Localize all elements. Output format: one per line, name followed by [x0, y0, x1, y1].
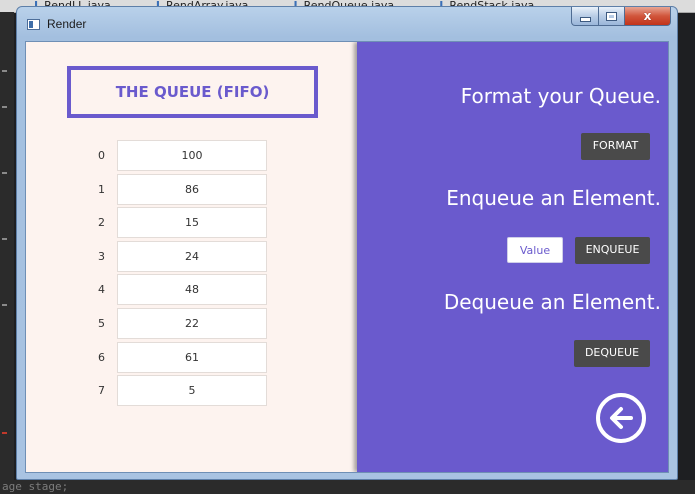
queue-index: 1 — [98, 182, 105, 196]
queue-value-cell: 86 — [117, 173, 267, 205]
queue-row: 2 15 — [84, 206, 284, 240]
queue-list: 0 100 1 86 2 15 3 24 4 48 5 22 6 61 7 5 — [84, 139, 284, 408]
queue-value-cell: 5 — [117, 375, 267, 407]
close-icon: x — [643, 9, 652, 23]
queue-value-cell: 15 — [117, 207, 267, 239]
queue-index: 2 — [98, 216, 105, 230]
queue-value-cell: 24 — [117, 240, 267, 272]
window-client-area: THE QUEUE (FIFO) 0 100 1 86 2 15 3 24 4 … — [25, 41, 669, 473]
queue-row: 0 100 — [84, 139, 284, 173]
queue-row: 7 5 — [84, 374, 284, 408]
queue-value-cell: 48 — [117, 274, 267, 306]
queue-row: 3 24 — [84, 240, 284, 274]
dequeue-button[interactable]: DEQUEUE — [574, 340, 650, 367]
enqueue-heading: Enqueue an Element. — [446, 186, 661, 210]
render-window: Render x THE QUEUE (FIFO) 0 100 1 86 2 1… — [16, 6, 678, 480]
queue-index: 3 — [98, 249, 105, 263]
minimize-icon — [579, 16, 591, 22]
controls-panel: Format your Queue. FORMAT Enqueue an Ele… — [357, 42, 668, 472]
queue-index: 4 — [98, 283, 105, 297]
title-bar[interactable]: Render x — [17, 7, 677, 41]
queue-index: 7 — [98, 384, 105, 398]
back-button[interactable] — [596, 393, 646, 443]
gutter-marker — [2, 70, 7, 72]
close-button[interactable]: x — [625, 7, 671, 26]
value-input[interactable] — [507, 237, 563, 263]
back-arrow-icon — [610, 407, 633, 429]
gutter-marker — [2, 106, 7, 108]
queue-value-cell: 100 — [117, 140, 267, 171]
queue-panel: THE QUEUE (FIFO) 0 100 1 86 2 15 3 24 4 … — [26, 42, 357, 472]
ide-gutter — [0, 12, 14, 480]
queue-value-cell: 61 — [117, 341, 267, 373]
format-heading: Format your Queue. — [460, 84, 661, 108]
gutter-marker — [2, 304, 7, 306]
minimize-button[interactable] — [571, 7, 599, 26]
queue-row: 4 48 — [84, 273, 284, 307]
queue-index: 5 — [98, 316, 105, 330]
window-controls: x — [571, 7, 671, 27]
queue-index: 0 — [98, 149, 105, 162]
app-window-icon — [27, 19, 40, 30]
queue-row: 1 86 — [84, 173, 284, 207]
dequeue-heading: Dequeue an Element. — [443, 290, 661, 314]
gutter-marker — [2, 238, 7, 240]
maximize-button[interactable] — [599, 7, 625, 26]
queue-title: THE QUEUE (FIFO) — [67, 66, 318, 118]
ide-code-line: age stage; — [0, 480, 695, 494]
gutter-marker — [2, 432, 7, 434]
window-title: Render — [47, 17, 87, 31]
queue-row: 6 61 — [84, 341, 284, 375]
queue-row: 5 22 — [84, 307, 284, 341]
enqueue-button[interactable]: ENQUEUE — [575, 237, 650, 264]
queue-value-cell: 22 — [117, 307, 267, 339]
maximize-icon — [606, 11, 617, 21]
queue-index: 6 — [98, 350, 105, 364]
format-button[interactable]: FORMAT — [581, 133, 650, 160]
gutter-marker — [2, 172, 7, 174]
